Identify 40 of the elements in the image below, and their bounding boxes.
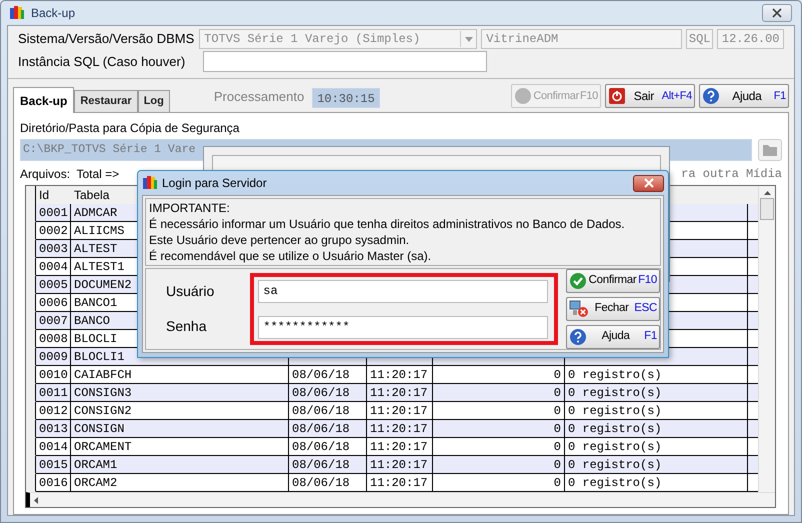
input-field[interactable]: sa	[258, 280, 548, 302]
dialog-button[interactable]: Fechar ESC	[566, 297, 660, 321]
processing-time: 10:30:15	[312, 88, 380, 108]
folder-label: Diretório/Pasta para Cópia de Segurança	[20, 120, 240, 137]
field-label: Sistema/Versão/Versão DBMS	[18, 30, 196, 48]
close-button[interactable]	[633, 174, 664, 192]
input-field[interactable]: ************	[258, 316, 548, 338]
tab[interactable]: Back-up	[13, 87, 74, 113]
help-icon	[702, 87, 720, 105]
column-header[interactable]: Id	[36, 186, 71, 204]
dialog-title: Login para Servidor	[162, 175, 267, 192]
toolbar-button[interactable]: Sair Alt+F4	[605, 84, 695, 108]
check-icon	[569, 272, 587, 290]
files-caption: ra outra Mídia	[681, 166, 782, 183]
help-icon	[569, 328, 587, 346]
close-icon	[644, 178, 654, 188]
power-icon	[608, 87, 626, 105]
field-label: Instância SQL (Caso houver)	[18, 52, 186, 71]
instance-field[interactable]	[203, 51, 487, 72]
folder-icon	[762, 142, 778, 158]
scroll-up-icon[interactable]	[764, 191, 770, 195]
vertical-scrollbar[interactable]	[758, 186, 775, 492]
horizontal-scrollbar[interactable]	[26, 492, 775, 507]
row-selector[interactable]	[26, 474, 36, 492]
tab[interactable]: Log	[138, 90, 170, 112]
computer-close-icon	[569, 300, 589, 318]
circle-icon	[514, 87, 532, 105]
close-button[interactable]	[762, 4, 792, 22]
app-icon	[9, 5, 25, 21]
scroll-left-icon[interactable]	[34, 496, 38, 504]
dialog-button[interactable]: Confirmar F10	[566, 269, 660, 293]
window-title: Back-up	[31, 5, 76, 22]
close-icon	[772, 8, 782, 18]
dialog-button[interactable]: Ajuda F1	[566, 325, 660, 349]
files-label: Arquivos: Total =>	[20, 166, 120, 183]
toolbar-button[interactable]: Ajuda F1	[699, 84, 789, 108]
scrollbar-thumb[interactable]	[760, 198, 774, 220]
app-icon	[142, 175, 158, 191]
tab[interactable]: Restaurar	[74, 90, 138, 112]
processing-label: Processamento	[214, 88, 304, 106]
